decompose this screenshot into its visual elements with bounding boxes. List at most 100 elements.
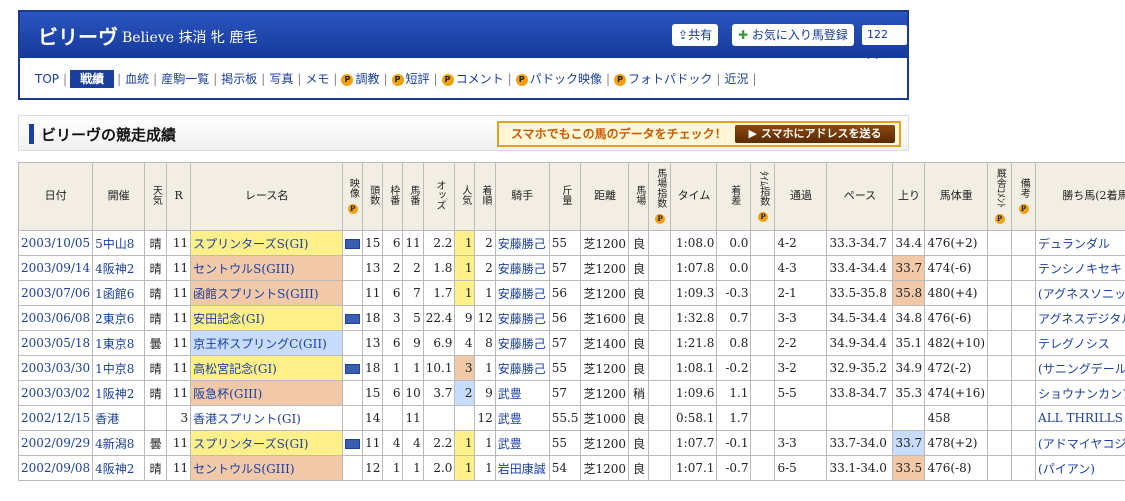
cell-jockey[interactable]: 安藤勝己 (494, 355, 550, 381)
cell-jockey[interactable]: 武豊 (494, 405, 550, 431)
cell-winner[interactable]: (パイアン) (1035, 455, 1125, 481)
cell-race[interactable]: 安田記念(GI) (190, 305, 344, 331)
column-header-12[interactable]: 騎手 (494, 162, 550, 231)
cell-date[interactable]: 2003/06/08 (17, 305, 94, 331)
column-header-19[interactable]: ﾀｲﾑ指数 P (750, 162, 776, 231)
cell-video[interactable] (342, 305, 364, 331)
nav-item-6[interactable]: メモ (304, 72, 330, 86)
nav-item-1[interactable]: 戦績 (70, 70, 115, 88)
cell-race[interactable]: セントウルS(GIII) (190, 455, 344, 481)
cell-winner[interactable]: テレグノシス (1035, 330, 1125, 356)
nav-item-4[interactable]: 掲示板 (220, 72, 258, 86)
video-icon[interactable] (345, 313, 361, 324)
cell-winner[interactable]: (アドマイヤコジーン) (1035, 430, 1125, 456)
column-header-1[interactable]: 開催 (92, 162, 146, 231)
column-header-23[interactable]: 馬体重 (924, 162, 989, 231)
cell-winner[interactable]: アグネスデジタル (1035, 305, 1125, 331)
cell-winner[interactable]: ショウナンカンプ (1035, 380, 1125, 406)
column-header-15[interactable]: 馬場 (628, 162, 650, 231)
nav-item-11[interactable]: P フォトパドック (613, 72, 713, 86)
cell-venue[interactable]: 4新潟8 (92, 430, 146, 456)
column-header-18[interactable]: 着差 (716, 162, 752, 231)
column-header-7[interactable]: 枠番 (382, 162, 404, 231)
column-header-11[interactable]: 着順 (474, 162, 496, 231)
cell-venue[interactable]: 5中山8 (92, 230, 146, 256)
video-icon[interactable] (345, 438, 361, 449)
cell-winner[interactable]: (アグネスソニック) (1035, 280, 1125, 306)
column-header-22[interactable]: 上り (892, 162, 926, 231)
column-header-0[interactable]: 日付 (17, 162, 94, 231)
column-header-6[interactable]: 頭数 (362, 162, 384, 231)
cell-jockey[interactable]: 岩田康誠 (494, 455, 550, 481)
cell-venue[interactable]: 香港 (92, 405, 146, 431)
cell-race[interactable]: 高松宮記念(GI) (190, 355, 344, 381)
cell-date[interactable]: 2003/07/06 (17, 280, 94, 306)
smartphone-banner[interactable]: スマホでもこの馬のデータをチェック！ ▶ スマホにアドレスを送る (497, 121, 901, 147)
cell-date[interactable]: 2003/03/02 (17, 380, 94, 406)
cell-jockey[interactable]: 武豊 (494, 430, 550, 456)
column-header-9[interactable]: オッズ (422, 162, 456, 231)
cell-date[interactable]: 2003/10/05 (17, 230, 94, 256)
cell-jockey[interactable]: 安藤勝己 (494, 305, 550, 331)
column-header-8[interactable]: 馬番 (402, 162, 424, 231)
cell-race[interactable]: 京王杯スプリングC(GII) (190, 330, 344, 356)
nav-item-0[interactable]: TOP (34, 72, 60, 86)
column-header-17[interactable]: タイム (670, 162, 718, 231)
cell-date[interactable]: 2003/03/30 (17, 355, 94, 381)
column-header-25[interactable]: 備考 P (1011, 162, 1037, 231)
cell-date[interactable]: 2003/05/18 (17, 330, 94, 356)
cell-race[interactable]: スプリンターズS(GI) (190, 230, 344, 256)
cell-jockey[interactable]: 安藤勝己 (494, 255, 550, 281)
cell-winner[interactable]: (サニングデール) (1035, 355, 1125, 381)
nav-item-5[interactable]: 写真 (268, 72, 294, 86)
nav-item-10[interactable]: P パドック映像 (515, 72, 603, 86)
column-header-16[interactable]: 馬場指数 P (648, 162, 672, 231)
send-address-button[interactable]: ▶ スマホにアドレスを送る (735, 125, 895, 143)
cell-date[interactable]: 2002/12/15 (17, 405, 94, 431)
cell-date[interactable]: 2002/09/29 (17, 430, 94, 456)
nav-item-12[interactable]: 近況 (723, 72, 749, 86)
column-header-24[interactable]: 厩舎ｺﾒﾝﾄ P (987, 162, 1013, 231)
cell-video[interactable] (342, 430, 364, 456)
cell-venue[interactable]: 2東京6 (92, 305, 146, 331)
cell-date[interactable]: 2003/09/14 (17, 255, 94, 281)
cell-venue[interactable]: 1中京8 (92, 355, 146, 381)
cell-winner[interactable]: テンシノキセキ (1035, 255, 1125, 281)
cell-winner[interactable]: デュランダル (1035, 230, 1125, 256)
cell-race[interactable]: 函館スプリントS(GIII) (190, 280, 344, 306)
cell-video[interactable] (342, 355, 364, 381)
column-header-2[interactable]: 天気 (144, 162, 168, 231)
cell-video[interactable] (342, 230, 364, 256)
cell-race[interactable]: スプリンターズS(GI) (190, 430, 344, 456)
cell-race[interactable]: 香港スプリント(GI) (190, 405, 344, 431)
cell-jockey[interactable]: 安藤勝己 (494, 230, 550, 256)
cell-venue[interactable]: 1東京8 (92, 330, 146, 356)
nav-item-3[interactable]: 産駒一覧 (160, 72, 210, 86)
cell-venue[interactable]: 4阪神2 (92, 255, 146, 281)
share-button[interactable]: ⇪共有 (672, 24, 719, 46)
column-header-14[interactable]: 距離 (580, 162, 630, 231)
cell-winner[interactable]: ALL THRILLS TOO (1035, 405, 1125, 431)
cell-race[interactable]: 阪急杯(GIII) (190, 380, 344, 406)
cell-date[interactable]: 2002/09/08 (17, 455, 94, 481)
cell-venue[interactable]: 4阪神2 (92, 455, 146, 481)
cell-jockey[interactable]: 安藤勝己 (494, 330, 550, 356)
column-header-3[interactable]: R (166, 162, 192, 231)
favorite-button[interactable]: ✚ お気に入り馬登録 (732, 24, 854, 46)
column-header-13[interactable]: 斤量 (548, 162, 582, 231)
cell-venue[interactable]: 1阪神2 (92, 380, 146, 406)
cell-venue[interactable]: 1函館6 (92, 280, 146, 306)
video-icon[interactable] (345, 363, 361, 374)
column-header-26[interactable]: 勝ち馬(2着馬) (1035, 162, 1125, 231)
column-header-10[interactable]: 人気 (454, 162, 476, 231)
column-header-5[interactable]: 映像 P (342, 162, 364, 231)
cell-jockey[interactable]: 武豊 (494, 380, 550, 406)
video-icon[interactable] (345, 238, 361, 249)
cell-race[interactable]: セントウルS(GIII) (190, 255, 344, 281)
column-header-21[interactable]: ペース (826, 162, 894, 231)
column-header-4[interactable]: レース名 (190, 162, 344, 231)
nav-item-8[interactable]: P 短評 (391, 72, 431, 86)
column-header-20[interactable]: 通過 (774, 162, 828, 231)
nav-item-9[interactable]: P コメント (441, 72, 505, 86)
nav-item-2[interactable]: 血統 (124, 72, 150, 86)
